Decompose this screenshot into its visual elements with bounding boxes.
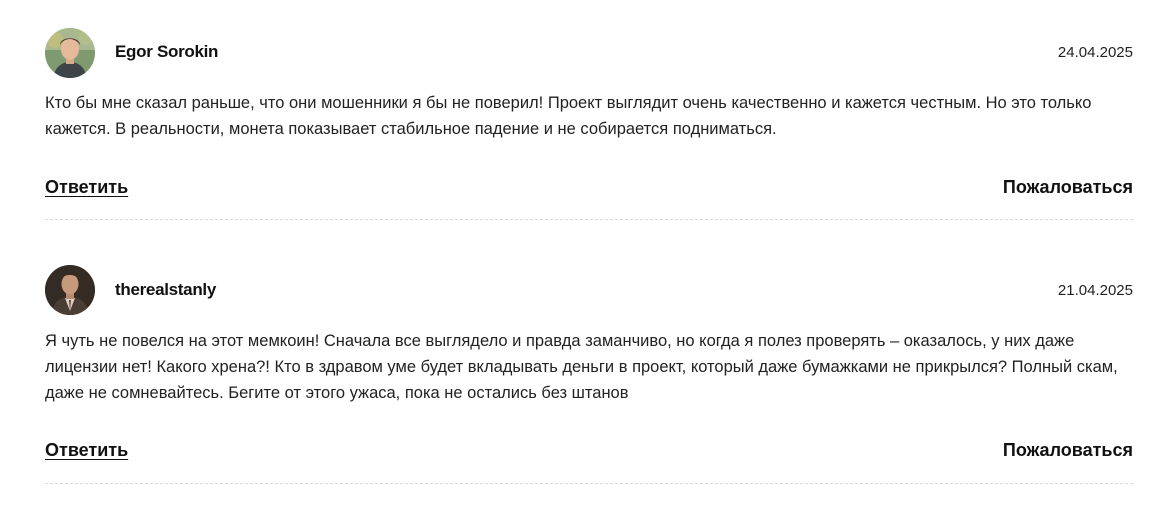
comment-author: Egor Sorokin: [115, 42, 219, 61]
reply-button[interactable]: Ответить: [45, 440, 128, 461]
report-button[interactable]: Пожаловаться: [1003, 177, 1133, 198]
comment-date: 21.04.2025: [1057, 282, 1133, 299]
comment-text: Кто бы мне сказал раньше, что они мошенн…: [45, 94, 1092, 138]
reply-button[interactable]: Ответить: [45, 177, 128, 198]
comments-list: Egor Sorokin 24.04.2025 Кто бы мне сказа…: [45, 0, 1133, 484]
comment-text: Я чуть не повелся на этот мемкоин! Снача…: [45, 332, 1118, 402]
report-button[interactable]: Пожаловаться: [1003, 440, 1133, 461]
comment-item: therealstanly 21.04.2025 Я чуть не повел…: [45, 219, 1133, 484]
comment-author: therealstanly: [115, 280, 216, 299]
comment-date: 24.04.2025: [1057, 44, 1133, 61]
comment-item: Egor Sorokin 24.04.2025 Кто бы мне сказа…: [45, 0, 1133, 220]
avatar[interactable]: [45, 28, 95, 78]
user-photo-avatar-icon: [45, 265, 95, 315]
avatar[interactable]: [45, 265, 95, 315]
user-photo-avatar-icon: [45, 28, 95, 78]
